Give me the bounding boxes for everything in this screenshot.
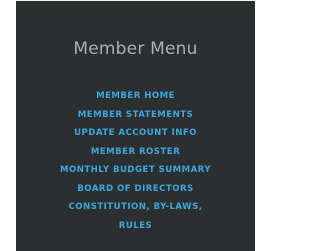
list-item: BOARD OF DIRECTORS [16,178,255,197]
list-item: MONTHLY BUDGET SUMMARY [16,159,255,178]
member-menu-panel: Member Menu MEMBER HOME MEMBER STATEMENT… [16,0,255,251]
menu-link-update-account-info[interactable]: UPDATE ACCOUNT INFO [74,124,197,143]
menu-link-constitution-bylaws[interactable]: CONSTITUTION, BY-LAWS, [69,198,203,217]
menu-link-rules[interactable]: RULES [119,217,152,236]
member-menu-list: MEMBER HOME MEMBER STATEMENTS UPDATE ACC… [16,85,255,233]
menu-link-monthly-budget-summary[interactable]: MONTHLY BUDGET SUMMARY [60,161,211,180]
list-item: MEMBER HOME [16,85,255,104]
list-item: RULES [16,215,255,234]
list-item: MEMBER ROSTER [16,141,255,160]
list-item: CONSTITUTION, BY-LAWS, [16,196,255,215]
member-menu-title: Member Menu [73,39,198,59]
list-item: MEMBER STATEMENTS [16,104,255,123]
menu-link-member-home[interactable]: MEMBER HOME [96,87,175,106]
list-item: UPDATE ACCOUNT INFO [16,122,255,141]
